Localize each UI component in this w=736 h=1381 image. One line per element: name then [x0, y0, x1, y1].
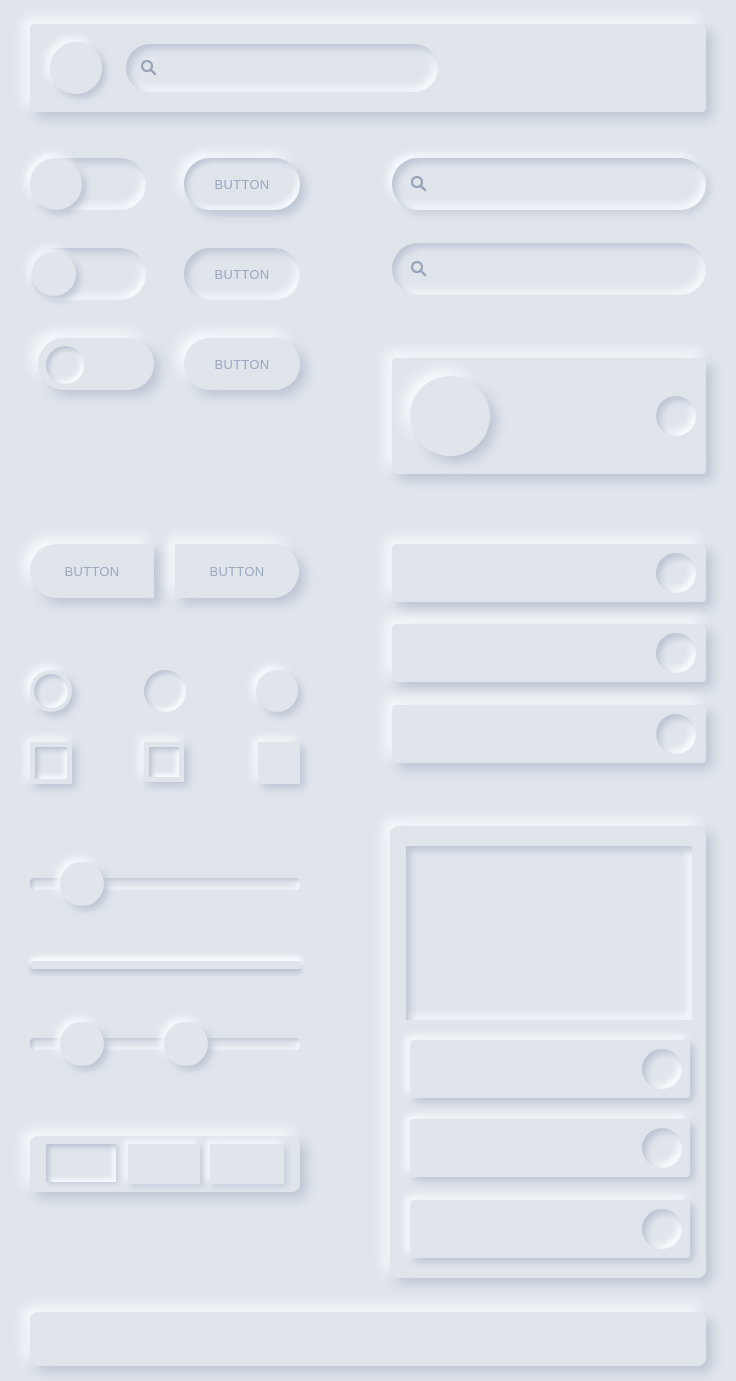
- list-item-radio[interactable]: [656, 553, 696, 593]
- avatar: [410, 376, 490, 456]
- segment-button-right[interactable]: BUTTON: [175, 544, 299, 598]
- content-preview-area: [406, 846, 692, 1020]
- list-item-radio[interactable]: [642, 1128, 682, 1168]
- tab-selected[interactable]: [46, 1144, 116, 1182]
- tab[interactable]: [128, 1144, 200, 1184]
- toggle-knob: [30, 158, 82, 210]
- tab[interactable]: [210, 1144, 284, 1184]
- slider-thumb[interactable]: [60, 862, 104, 906]
- profile-card: [392, 358, 706, 474]
- panel-list-item[interactable]: [410, 1200, 690, 1258]
- radio-button[interactable]: [256, 670, 298, 712]
- toggle-knob: [32, 252, 76, 296]
- search-icon: [140, 59, 158, 77]
- list-item[interactable]: [392, 544, 706, 602]
- list-item[interactable]: [392, 624, 706, 682]
- card-radio-knob[interactable]: [656, 396, 696, 436]
- header-avatar-button[interactable]: [50, 42, 102, 94]
- checkbox-inner: [149, 747, 179, 777]
- panel-list-item[interactable]: [410, 1119, 690, 1177]
- list-item[interactable]: [392, 705, 706, 763]
- toggle-switch-raised[interactable]: [38, 338, 154, 390]
- tab-bar: [30, 1136, 300, 1192]
- toggle-switch-off[interactable]: [30, 248, 146, 300]
- header-bar: [30, 24, 706, 112]
- radio-button[interactable]: [144, 670, 186, 712]
- checkbox[interactable]: [30, 742, 72, 784]
- search-field[interactable]: [392, 243, 706, 295]
- header-search-input[interactable]: [126, 44, 438, 92]
- search-icon: [410, 260, 428, 278]
- radio-button[interactable]: [30, 670, 72, 712]
- checkbox[interactable]: [144, 742, 184, 782]
- toggle-switch-on[interactable]: [30, 158, 146, 210]
- radio-inner: [34, 674, 68, 708]
- segment-button-left[interactable]: BUTTON: [30, 544, 154, 598]
- checkbox[interactable]: [258, 742, 300, 784]
- range-slider-thumb-high[interactable]: [164, 1022, 208, 1066]
- range-slider-thumb-low[interactable]: [60, 1022, 104, 1066]
- list-item-radio[interactable]: [642, 1049, 682, 1089]
- toggle-knob: [46, 346, 84, 384]
- footer-bar: [30, 1312, 706, 1366]
- checkbox-inner: [35, 747, 67, 779]
- button-flat[interactable]: BUTTON: [184, 338, 300, 390]
- search-icon: [410, 175, 428, 193]
- list-item-radio[interactable]: [642, 1209, 682, 1249]
- list-item-radio[interactable]: [656, 633, 696, 673]
- button-inset[interactable]: BUTTON: [184, 248, 300, 300]
- panel-list-item[interactable]: [410, 1040, 690, 1098]
- divider: [30, 961, 302, 969]
- list-item-radio[interactable]: [656, 714, 696, 754]
- button-raised[interactable]: BUTTON: [184, 158, 300, 210]
- search-field[interactable]: [392, 158, 706, 210]
- content-panel: [390, 826, 706, 1278]
